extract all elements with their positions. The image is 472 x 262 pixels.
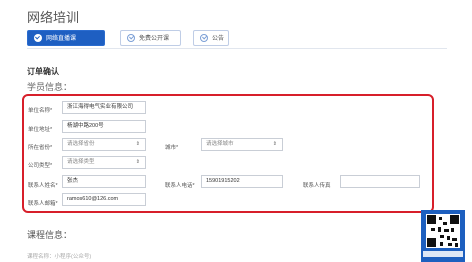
tab-label: 免费公开课 bbox=[139, 36, 170, 42]
unit-address-input[interactable]: 杨湖中路200号 bbox=[62, 120, 146, 133]
updown-arrow-icon: ⇕ bbox=[135, 159, 140, 165]
contact-email-input[interactable]: ramos610@126.com bbox=[62, 193, 146, 206]
qr-code-icon bbox=[426, 214, 460, 248]
tab-free-course[interactable]: 免费公开课 bbox=[120, 30, 181, 46]
unit-name-input[interactable]: 浙江海得电气实业有限公司 bbox=[62, 101, 146, 114]
unit-address-label: 单位地址* bbox=[28, 127, 53, 133]
updown-arrow-icon: ⇕ bbox=[272, 141, 277, 147]
tab-label: 网络直播课 bbox=[46, 36, 77, 42]
course-info-title: 课程信息： bbox=[27, 230, 73, 240]
province-label: 所在省份* bbox=[28, 145, 53, 151]
tab-divider bbox=[27, 48, 447, 49]
province-value: 请选择省份 bbox=[67, 141, 95, 147]
tab-label: 公告 bbox=[212, 36, 225, 42]
company-type-label: 公司类型* bbox=[28, 163, 53, 169]
province-select[interactable]: 请选择省份 ⇕ bbox=[62, 138, 146, 151]
tab-bar: 网络直播课 免费公开课 公告 bbox=[27, 30, 447, 46]
contact-name-label: 联系人姓名* bbox=[28, 183, 58, 189]
contact-name-input[interactable]: 张杰 bbox=[62, 175, 146, 188]
contact-fax-input[interactable] bbox=[340, 175, 420, 188]
order-title: 订单确认 bbox=[27, 67, 59, 76]
page-title: 网络培训 bbox=[27, 10, 80, 25]
tab-live-course[interactable]: 网络直播课 bbox=[27, 30, 105, 46]
company-type-value: 请选择类型 bbox=[67, 159, 95, 165]
contact-fax-label: 联系人传真 bbox=[303, 183, 331, 189]
unit-name-label: 单位名称* bbox=[28, 108, 53, 114]
city-select[interactable]: 请选择城市 ⇕ bbox=[201, 138, 283, 151]
student-info-title: 学员信息： bbox=[27, 82, 73, 92]
contact-email-label: 联系人邮箱* bbox=[28, 201, 58, 207]
company-type-select[interactable]: 请选择类型 ⇕ bbox=[62, 156, 146, 169]
contact-phone-label: 联系人电话* bbox=[165, 183, 195, 189]
qr-caption-bar bbox=[423, 251, 463, 257]
check-circle-icon bbox=[200, 34, 208, 42]
updown-arrow-icon: ⇕ bbox=[135, 141, 140, 147]
check-circle-icon bbox=[34, 34, 42, 42]
city-value: 请选择城市 bbox=[206, 141, 234, 147]
qr-code-widget[interactable] bbox=[421, 210, 465, 262]
check-circle-icon bbox=[127, 34, 135, 42]
contact-phone-input[interactable]: 15901915202 bbox=[201, 175, 283, 188]
city-label: 城市* bbox=[165, 145, 179, 151]
course-name-line: 课程名称：小程序(公众号) bbox=[27, 254, 92, 260]
tab-announcement[interactable]: 公告 bbox=[193, 30, 229, 46]
